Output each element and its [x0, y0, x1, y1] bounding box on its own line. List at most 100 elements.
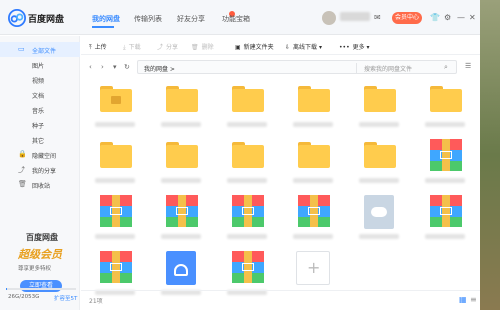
folder-item[interactable]: [81, 78, 147, 134]
tab-transfer-list[interactable]: 传输列表: [134, 14, 162, 24]
new-folder-button[interactable]: ▣ 新建文件夹: [235, 42, 274, 51]
archive-file-item[interactable]: [81, 190, 147, 246]
folder-item[interactable]: [81, 134, 147, 190]
file-name-blurred: [95, 234, 135, 239]
search-input[interactable]: 搜索我的网盘文件: [364, 64, 412, 73]
more-label: 更多: [352, 44, 365, 51]
item-count: 21项: [89, 298, 103, 305]
app-brand: 百度网盘: [28, 15, 65, 25]
sidebar-item-label: 全部文件: [32, 48, 57, 55]
file-name-blurred: [227, 234, 267, 239]
storage-used-fill: [6, 288, 7, 290]
folder-icon: [298, 86, 330, 112]
sidebar-item-hidden-space[interactable]: 🔒 隐藏空间: [0, 147, 80, 162]
gear-icon[interactable]: ⚙: [444, 13, 451, 22]
refresh-icon[interactable]: ↻: [124, 63, 130, 71]
folder-icon: [100, 142, 132, 168]
cloud-file-icon: [364, 195, 394, 229]
sidebar-item-videos[interactable]: 视频: [0, 72, 80, 87]
username-blurred[interactable]: [340, 12, 370, 21]
folder-item[interactable]: [213, 78, 279, 134]
cloud-file-item[interactable]: [345, 190, 411, 246]
chevron-down-icon: ▾: [364, 44, 370, 51]
folder-item[interactable]: [147, 134, 213, 190]
offline-download-label: 离线下载: [293, 44, 318, 51]
offline-download-button[interactable]: ⇩ 离线下载 ▾: [285, 42, 322, 51]
more-button[interactable]: ••• 更多 ▾: [339, 42, 370, 51]
list-view-toggle-icon[interactable]: ≡: [470, 295, 477, 304]
more-icon: •••: [339, 44, 350, 51]
sidebar-item-documents[interactable]: 文档: [0, 87, 80, 102]
app-file-icon: [166, 251, 196, 285]
folder-icon: [166, 142, 198, 168]
forward-icon[interactable]: ›: [101, 63, 104, 71]
download-button[interactable]: ⤓ 下载: [123, 42, 141, 52]
promo-title: 百度网盘: [26, 233, 58, 242]
mail-icon[interactable]: ✉: [374, 13, 381, 22]
avatar[interactable]: [322, 11, 336, 25]
file-name-blurred: [95, 178, 135, 183]
address-bar: ‹ › ▾ ↻ 我的网盘 > 搜索我的网盘文件 ⌕ ☰: [81, 58, 480, 76]
archive-file-item[interactable]: [279, 190, 345, 246]
grid-view-icon[interactable]: ▦: [459, 295, 467, 304]
folder-icon: [298, 142, 330, 168]
file-name-blurred: [161, 178, 201, 183]
sidebar-item-label: 其它: [32, 138, 45, 145]
sidebar-item-recycle-bin[interactable]: 🗑 回收站: [0, 177, 80, 192]
history-dropdown-icon[interactable]: ▾: [113, 63, 117, 71]
tab-friend-share[interactable]: 好友分享: [177, 14, 205, 24]
file-name-blurred: [359, 122, 399, 127]
sidebar-item-label: 图片: [32, 63, 45, 70]
back-icon[interactable]: ‹: [89, 63, 92, 71]
archive-icon: [298, 195, 330, 227]
upload-label: 上传: [94, 44, 107, 51]
archive-file-item[interactable]: [411, 190, 477, 246]
view-now-button[interactable]: 立即查看: [20, 280, 62, 292]
folder-item[interactable]: [213, 134, 279, 190]
minimize-icon[interactable]: —: [457, 13, 465, 22]
archive-file-item[interactable]: [411, 134, 477, 190]
sidebar-item-torrents[interactable]: 种子: [0, 117, 80, 132]
folder-item[interactable]: [279, 134, 345, 190]
folder-item[interactable]: [345, 78, 411, 134]
sidebar-item-images[interactable]: 图片: [0, 57, 80, 72]
sidebar-item-label: 回收站: [32, 183, 51, 190]
expand-storage-link[interactable]: 扩容至5T: [54, 294, 77, 302]
list-view-icon[interactable]: ☰: [465, 62, 471, 70]
offline-download-icon: ⇩: [285, 44, 291, 51]
sidebar-item-my-shares[interactable]: ⤴ 我的分享: [0, 162, 80, 177]
sidebar-item-music[interactable]: 音乐: [0, 102, 80, 117]
desktop-background: [480, 0, 500, 310]
divider: [356, 63, 357, 73]
upload-button[interactable]: ⤒ 上传: [89, 42, 107, 52]
skin-icon[interactable]: 👕: [430, 13, 440, 22]
folder-item[interactable]: [279, 78, 345, 134]
share-button[interactable]: ⤴ 分享: [157, 42, 178, 51]
sidebar-item-all-files[interactable]: ▭ 全部文件: [0, 42, 80, 57]
sidebar-item-label: 视频: [32, 78, 45, 85]
member-center-button[interactable]: 会员中心: [392, 12, 422, 24]
archive-file-item[interactable]: [213, 190, 279, 246]
folder-item[interactable]: [147, 78, 213, 134]
storage-usage: 26G/2053G: [8, 294, 40, 300]
archive-file-item[interactable]: [147, 190, 213, 246]
archive-icon: [100, 195, 132, 227]
archive-icon: [430, 195, 462, 227]
path-and-search-box: 我的网盘 > 搜索我的网盘文件 ⌕: [137, 60, 457, 74]
sidebar-item-other[interactable]: 其它: [0, 132, 80, 147]
archive-icon: [100, 251, 132, 283]
folder-item[interactable]: [411, 78, 477, 134]
sidebar-item-label: 隐藏空间: [32, 153, 57, 160]
folder-icon: ▭: [18, 45, 25, 53]
tab-my-netdisk[interactable]: 我的网盘: [92, 14, 120, 24]
folder-item[interactable]: [345, 134, 411, 190]
tab-toolbox[interactable]: 功能宝箱: [222, 14, 250, 24]
search-icon[interactable]: ⌕: [444, 63, 448, 72]
file-name-blurred: [359, 234, 399, 239]
close-icon[interactable]: ✕: [469, 13, 476, 22]
baidu-netdisk-window: 百度网盘 我的网盘 传输列表 好友分享 功能宝箱 ✉ 会员中心 👕 ⚙ — ✕ …: [0, 0, 480, 310]
breadcrumb[interactable]: 我的网盘 >: [144, 64, 175, 73]
archive-icon: [232, 195, 264, 227]
active-tab-indicator: [92, 26, 114, 28]
delete-button[interactable]: 🗑 删除: [191, 42, 214, 51]
